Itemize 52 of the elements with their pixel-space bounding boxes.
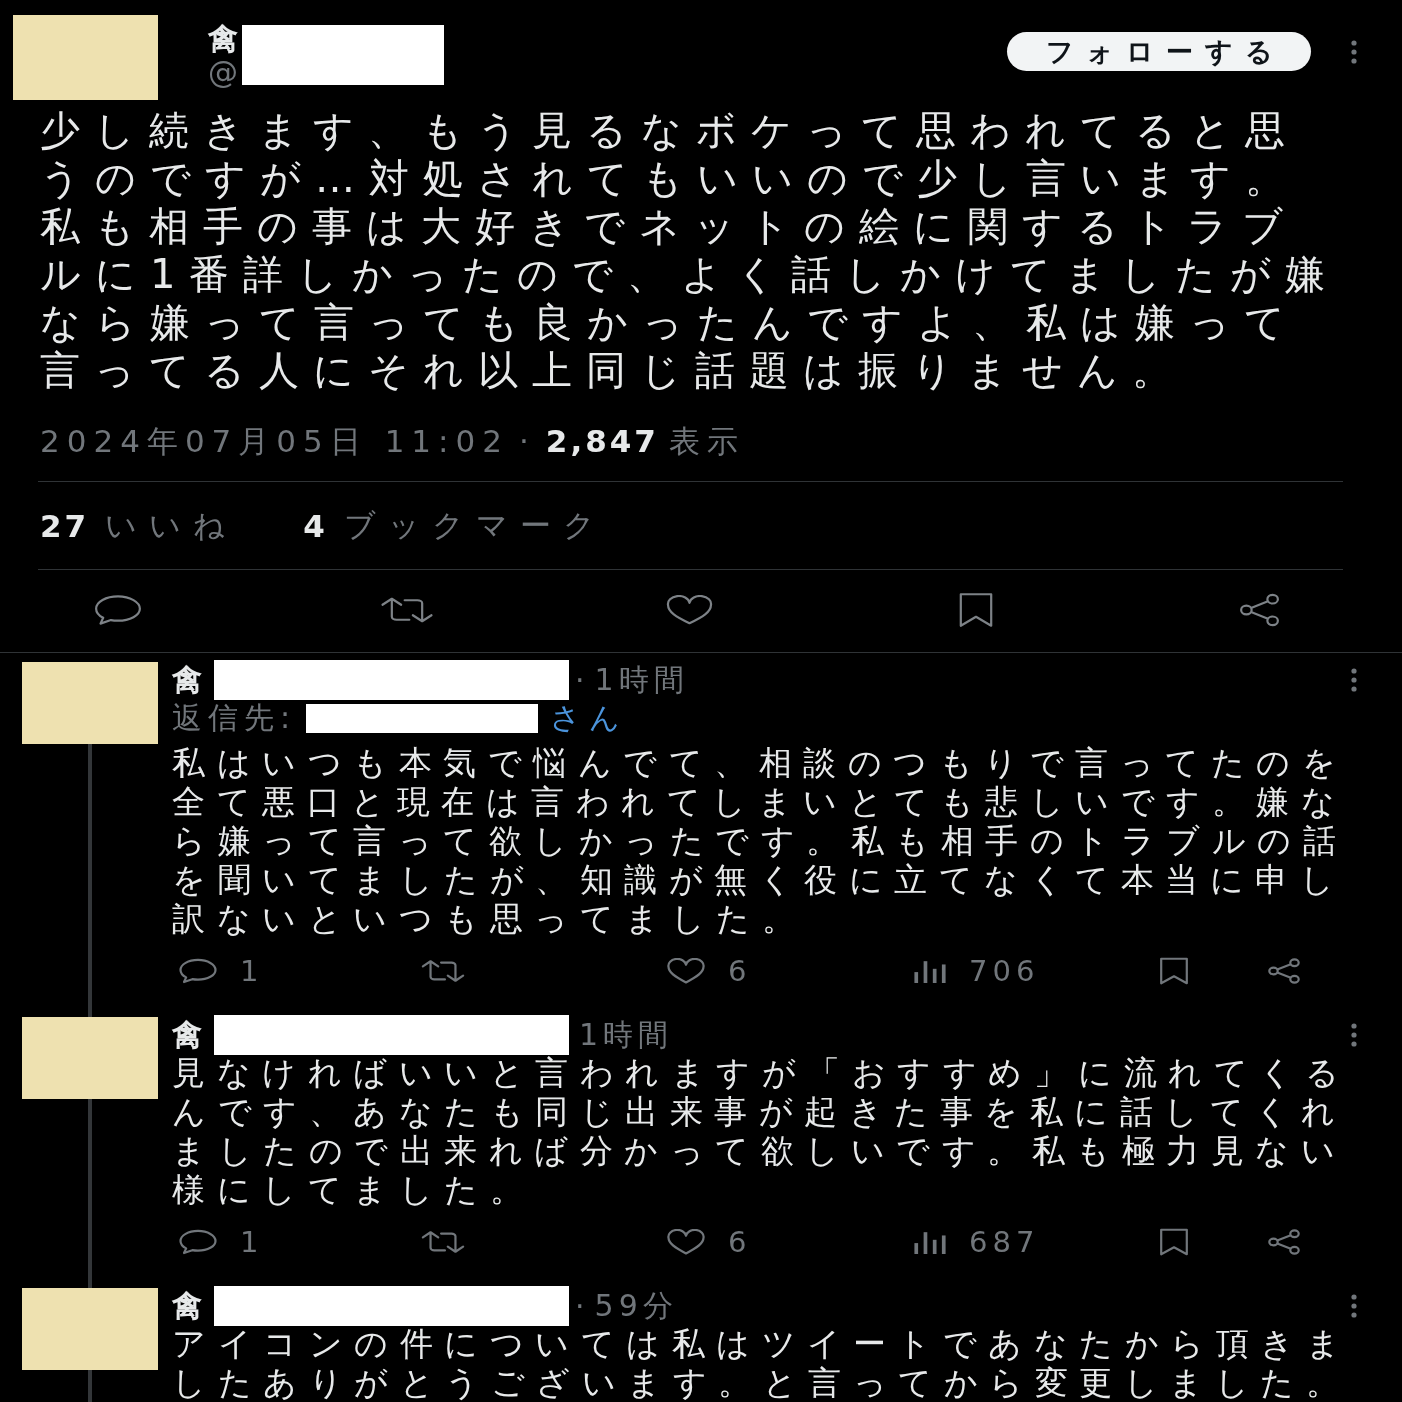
- heart-icon[interactable]: [665, 595, 714, 625]
- author-name[interactable]: 禽: [208, 22, 238, 56]
- repeat-arrows-icon[interactable]: [420, 1229, 466, 1255]
- more-options-icon[interactable]: [1350, 668, 1358, 692]
- author-handle: @: [208, 56, 238, 90]
- heart-icon[interactable]: [666, 1229, 706, 1255]
- reply-count: 1: [240, 1225, 264, 1259]
- mention-link[interactable]: さん: [550, 697, 629, 739]
- view-count: 706: [969, 954, 1040, 988]
- bookmark-icon[interactable]: [1158, 957, 1190, 985]
- stat-count: 27: [40, 508, 90, 544]
- share-icon[interactable]: [1266, 1229, 1302, 1255]
- reply-count: 1: [240, 954, 264, 988]
- bar-chart-icon[interactable]: [913, 959, 947, 983]
- view-count: 687: [969, 1225, 1040, 1259]
- post-time: 59分: [594, 1286, 678, 1325]
- repeat-arrows-icon[interactable]: [379, 595, 435, 625]
- view-count: 2,847: [545, 422, 659, 461]
- views-label: 表示: [668, 422, 745, 461]
- bar-chart-icon[interactable]: [913, 1230, 947, 1254]
- author-name[interactable]: 禽: [172, 659, 214, 701]
- post-timestamp: 2024年07月05日 11:02: [40, 422, 509, 461]
- separator-dot: ·: [575, 662, 585, 698]
- reply-text: 見なければいいと言われますが「おすすめ」に流れてくるんです、あなたも同じ出来事が起きた事を私に話してくれましたので出来れば分かって欲しいです。私も極力見ない様にしてました。: [172, 1053, 1351, 1209]
- share-icon[interactable]: [1237, 593, 1282, 627]
- share-icon[interactable]: [1266, 958, 1302, 984]
- like-count: 6: [728, 954, 752, 988]
- separator-dot: ·: [575, 1288, 585, 1324]
- stat-label[interactable]: ブックマーク: [343, 505, 607, 547]
- post-time: 1時間: [594, 660, 689, 699]
- stat-count: 4: [303, 508, 328, 544]
- repeat-arrows-icon[interactable]: [420, 958, 466, 984]
- author-name[interactable]: 禽: [172, 1014, 214, 1056]
- author-name[interactable]: 禽: [172, 1285, 214, 1327]
- stat-label[interactable]: いいね: [105, 505, 238, 547]
- more-options-icon[interactable]: [1350, 1294, 1358, 1318]
- speech-bubble-icon[interactable]: [178, 958, 218, 984]
- bookmark-icon[interactable]: [957, 592, 995, 628]
- separator-dot: ·: [519, 422, 536, 461]
- reply-text: アイコンの件については私はツイートであなたから頂きましたありがとうございます。と言ってから変更しました。: [172, 1324, 1352, 1402]
- bookmark-icon[interactable]: [1158, 1228, 1190, 1256]
- speech-bubble-icon[interactable]: [178, 1229, 218, 1255]
- post-text: 少し続きます、もう見るなボケって思われてると思うのですが…対処されてもいいので少し言います。私も相手の事は大好きでネットの絵に関するトラブルに1番詳しかったので、よく話しかけてましたが嫌なら嫌って言っても良かったんですよ、私は嫌って言ってる人にそれ以上同じ話題は振りません。: [40, 106, 1341, 394]
- reply-to-label: 返信先:: [172, 698, 297, 737]
- reply-text: 私はいつも本気で悩んでて、相談のつもりで言ってたのを全て悪口と現在は言われてしまいとても悲しいです。嫌なら嫌って言って欲しかったです。私も相手のトラブルの話を聞いてましたが、知識が無く役に立てなくて本当に申し訳ないといつも思ってました。: [172, 743, 1348, 938]
- speech-bubble-icon[interactable]: [93, 594, 143, 626]
- more-options-icon[interactable]: [1350, 40, 1358, 64]
- follow-button[interactable]: フォローする: [1007, 32, 1311, 71]
- more-options-icon[interactable]: [1350, 1023, 1358, 1047]
- post-time: 1時間: [579, 1015, 674, 1054]
- like-count: 6: [728, 1225, 752, 1259]
- heart-icon[interactable]: [666, 958, 706, 984]
